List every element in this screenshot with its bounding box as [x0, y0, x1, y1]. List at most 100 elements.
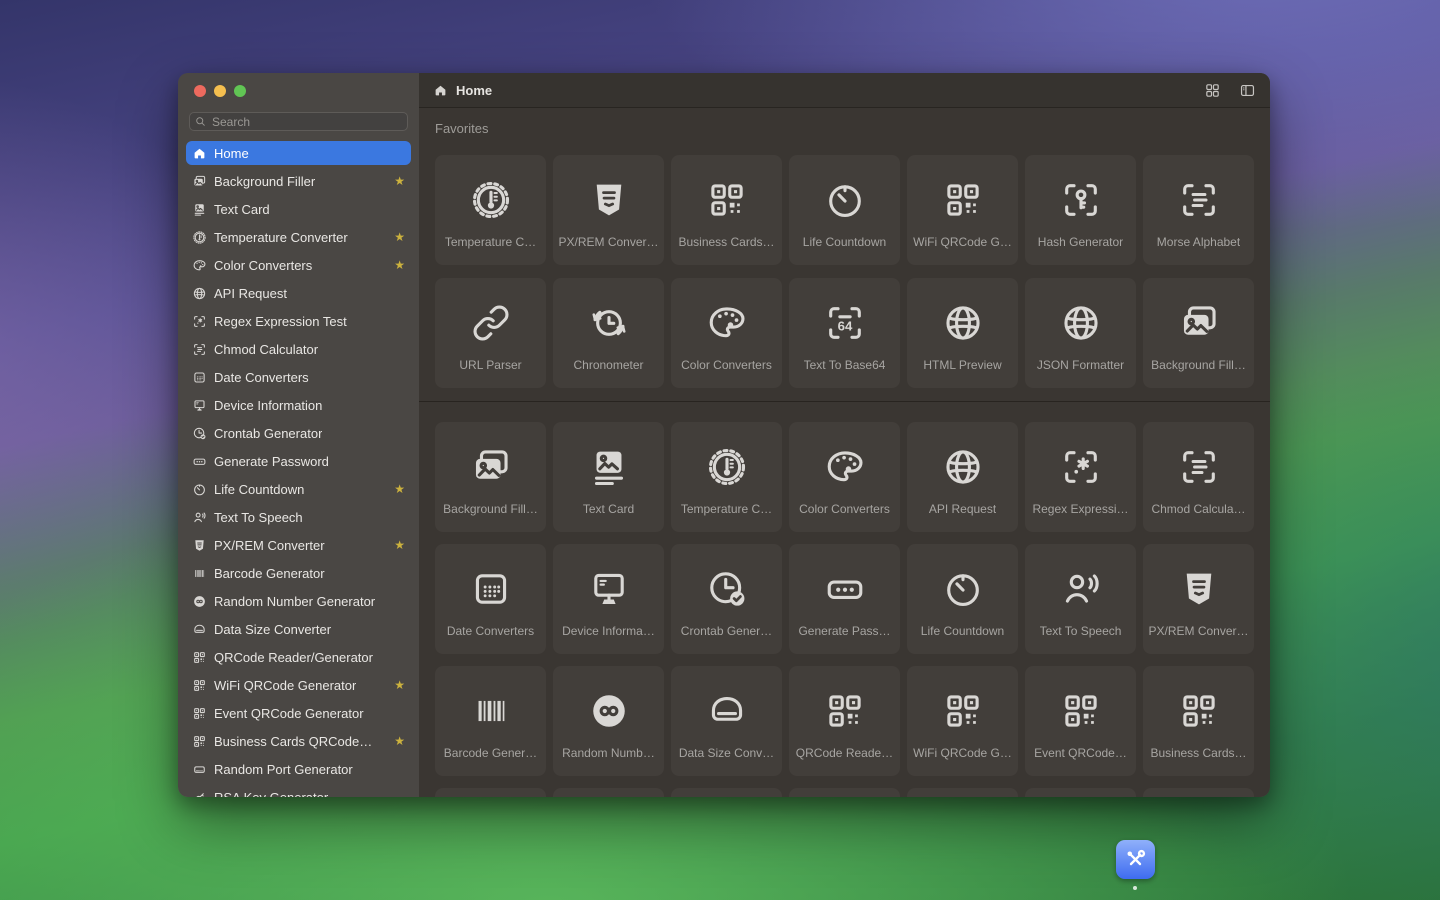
- qr-icon: [1059, 689, 1103, 733]
- tool-tile-color-converters[interactable]: Color Converters: [789, 422, 900, 532]
- sidebar-item-random-port-generator[interactable]: Random Port Generator: [186, 757, 411, 781]
- tool-tile-html-preview[interactable]: HTML Preview: [907, 278, 1018, 388]
- tool-tile-background-fill[interactable]: Background Fill…: [435, 422, 546, 532]
- tool-tile-chronometer[interactable]: Chronometer: [553, 278, 664, 388]
- search-icon: [194, 115, 207, 128]
- tool-tile-wifi-qrcode-g[interactable]: WiFi QRCode G…: [907, 155, 1018, 265]
- toggle-panel-icon[interactable]: [1239, 82, 1256, 99]
- tool-tile-api-request[interactable]: API Request: [907, 422, 1018, 532]
- base64-brackets-icon: 64: [823, 301, 867, 345]
- sidebar-item-px-rem-converter[interactable]: PX/REM Converter★: [186, 533, 411, 557]
- sidebar-item-text-card[interactable]: Text Card: [186, 197, 411, 221]
- tool-tile-crontab-gener[interactable]: Crontab Gener…: [671, 544, 782, 654]
- tool-tile-event-qrcode[interactable]: Event QRCode…: [1025, 666, 1136, 776]
- tool-tile-business-cards[interactable]: Business Cards…: [671, 155, 782, 265]
- monitor-icon: [587, 567, 631, 611]
- speech-icon: [192, 510, 207, 525]
- minimize-button[interactable]: [214, 85, 226, 97]
- sidebar-item-generate-password[interactable]: Generate Password: [186, 449, 411, 473]
- sidebar-item-date-converters[interactable]: Date Converters: [186, 365, 411, 389]
- search-input[interactable]: [189, 112, 408, 131]
- tool-tile-morse-alphabet[interactable]: Morse Alphabet: [1143, 155, 1254, 265]
- sidebar-item-wifi-qrcode-generator[interactable]: WiFi QRCode Generator★: [186, 673, 411, 697]
- css-shield-icon: [1177, 567, 1221, 611]
- sidebar-item-label: Date Converters: [214, 370, 309, 385]
- sidebar-item-data-size-converter[interactable]: Data Size Converter: [186, 617, 411, 641]
- tool-tile-qrcode-reade[interactable]: QRCode Reade…: [789, 666, 900, 776]
- tool-tile-hash-generator[interactable]: Hash Generator: [1025, 155, 1136, 265]
- qr-icon: [705, 178, 749, 222]
- tool-tile-px-rem-conver[interactable]: PX/REM Conver…: [1143, 544, 1254, 654]
- thermo-gear-icon: [705, 445, 749, 489]
- image-card-icon: [587, 445, 631, 489]
- sidebar: Home Background Filler★ Text Card Temperatu…: [178, 73, 419, 797]
- tool-tile-partial[interactable]: [1025, 788, 1136, 797]
- tile-label: Business Cards…: [678, 235, 774, 249]
- tile-label: Data Size Conv…: [679, 746, 774, 760]
- sidebar-item-color-converters[interactable]: Color Converters★: [186, 253, 411, 277]
- globe-icon: [941, 301, 985, 345]
- tool-tile-json-formatter[interactable]: JSON Formatter: [1025, 278, 1136, 388]
- sidebar-item-crontab-generator[interactable]: Crontab Generator: [186, 421, 411, 445]
- tool-tile-device-informa[interactable]: Device Informa…: [553, 544, 664, 654]
- sidebar-item-api-request[interactable]: API Request: [186, 281, 411, 305]
- sidebar-item-event-qrcode-generator[interactable]: Event QRCode Generator: [186, 701, 411, 725]
- sidebar-item-life-countdown[interactable]: Life Countdown★: [186, 477, 411, 501]
- sidebar-item-home[interactable]: Home: [186, 141, 411, 165]
- tool-tile-temperature-c[interactable]: Temperature C…: [435, 155, 546, 265]
- tool-tile-life-countdown[interactable]: Life Countdown: [907, 544, 1018, 654]
- tool-tile-generate-pass[interactable]: Generate Pass…: [789, 544, 900, 654]
- tool-tile-partial[interactable]: [553, 788, 664, 797]
- zoom-button[interactable]: [234, 85, 246, 97]
- tool-tile-text-to-speech[interactable]: Text To Speech: [1025, 544, 1136, 654]
- tile-label: Crontab Gener…: [681, 624, 772, 638]
- tool-tile-data-size-conv[interactable]: Data Size Conv…: [671, 666, 782, 776]
- tool-tile-text-card[interactable]: Text Card: [553, 422, 664, 532]
- images-icon: [469, 445, 513, 489]
- infinity-icon: [587, 689, 631, 733]
- tool-tile-background-fill[interactable]: Background Fill…: [1143, 278, 1254, 388]
- tool-tile-temperature-c[interactable]: Temperature C…: [671, 422, 782, 532]
- sidebar-item-regex-expression-test[interactable]: Regex Expression Test: [186, 309, 411, 333]
- tool-tile-wifi-qrcode-g[interactable]: WiFi QRCode G…: [907, 666, 1018, 776]
- tile-label: QRCode Reade…: [796, 746, 893, 760]
- tool-tile-partial[interactable]: [907, 788, 1018, 797]
- sidebar-item-rsa-key-generator[interactable]: RSA Key Generator: [186, 785, 411, 797]
- tool-tile-partial[interactable]: [435, 788, 546, 797]
- qr-icon: [192, 706, 207, 721]
- tile-label: Hash Generator: [1038, 235, 1123, 249]
- sidebar-item-random-number-generator[interactable]: Random Number Generator: [186, 589, 411, 613]
- close-button[interactable]: [194, 85, 206, 97]
- tool-tile-chmod-calcula[interactable]: Chmod Calcula…: [1143, 422, 1254, 532]
- grid-view-icon[interactable]: [1204, 82, 1221, 99]
- tool-tile-regex-expressi[interactable]: Regex Expressi…: [1025, 422, 1136, 532]
- sidebar-item-barcode-generator[interactable]: Barcode Generator: [186, 561, 411, 585]
- section-divider: [419, 401, 1270, 402]
- tool-tile-life-countdown[interactable]: Life Countdown: [789, 155, 900, 265]
- sidebar-item-business-cards-qrcode[interactable]: Business Cards QRCode…★: [186, 729, 411, 753]
- sidebar-item-chmod-calculator[interactable]: Chmod Calculator: [186, 337, 411, 361]
- tool-tile-px-rem-conver[interactable]: PX/REM Conver…: [553, 155, 664, 265]
- tool-tile-text-to-base64[interactable]: 64Text To Base64: [789, 278, 900, 388]
- tool-tile-barcode-gener[interactable]: Barcode Gener…: [435, 666, 546, 776]
- tile-label: API Request: [929, 502, 996, 516]
- tool-tile-color-converters[interactable]: Color Converters: [671, 278, 782, 388]
- tool-tile-date-converters[interactable]: Date Converters: [435, 544, 546, 654]
- tool-tile-partial[interactable]: [671, 788, 782, 797]
- tool-tile-partial[interactable]: [1143, 788, 1254, 797]
- sidebar-item-text-to-speech[interactable]: Text To Speech: [186, 505, 411, 529]
- password-icon: [192, 454, 207, 469]
- tool-tile-partial[interactable]: [789, 788, 900, 797]
- sidebar-item-label: Data Size Converter: [214, 622, 331, 637]
- image-card-icon: [192, 202, 207, 217]
- tool-tile-business-cards[interactable]: Business Cards…: [1143, 666, 1254, 776]
- sidebar-item-qrcode-reader-generator[interactable]: QRCode Reader/Generator: [186, 645, 411, 669]
- sidebar-item-temperature-converter[interactable]: Temperature Converter★: [186, 225, 411, 249]
- sidebar-item-background-filler[interactable]: Background Filler★: [186, 169, 411, 193]
- sidebar-item-device-information[interactable]: Device Information: [186, 393, 411, 417]
- tools-app-icon[interactable]: [1116, 840, 1155, 879]
- main-panel: Home Favorites Temperature C…PX/REM Conv…: [419, 73, 1270, 797]
- tile-label: WiFi QRCode G…: [913, 746, 1012, 760]
- tool-tile-url-parser[interactable]: URL Parser: [435, 278, 546, 388]
- tool-tile-random-numb[interactable]: Random Numb…: [553, 666, 664, 776]
